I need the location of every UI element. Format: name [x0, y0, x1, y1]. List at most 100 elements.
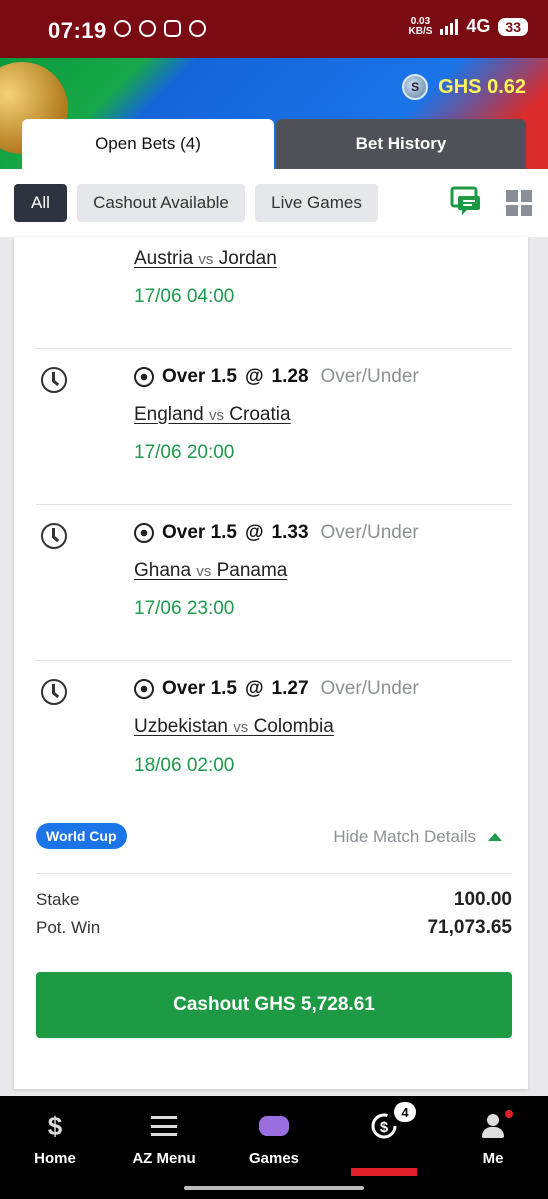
selection: Over 1.5 @1.27 Over/Under: [134, 678, 419, 700]
nav-home[interactable]: $ Home: [10, 1110, 100, 1168]
stake-label: Stake: [36, 890, 80, 909]
divider: [36, 660, 512, 661]
selection-odds: 1.27: [271, 678, 309, 699]
signal-icon: [440, 18, 459, 35]
network-type: 4G: [466, 16, 491, 36]
nav-label: Home: [34, 1150, 76, 1167]
home-indicator[interactable]: [184, 1186, 364, 1190]
nav-cashout[interactable]: $: [339, 1110, 429, 1150]
home-team: Ghana: [134, 560, 192, 581]
clock-icon: [41, 679, 67, 705]
nav-label: Me: [482, 1150, 504, 1167]
at-symbol: @: [245, 522, 264, 543]
away-team: Jordan: [218, 248, 277, 269]
gamepad-icon: [259, 1110, 289, 1142]
kickoff-time: 17/06 23:00: [134, 598, 235, 619]
filter-all[interactable]: All: [14, 184, 67, 222]
potential-win-row: Pot. Win 71,073.65: [36, 917, 512, 939]
caret-up-icon: [488, 833, 502, 841]
market-name: Over/Under: [320, 522, 419, 543]
selection-odds: 1.33: [271, 522, 309, 543]
sportybet-logo-icon: $: [47, 1110, 63, 1141]
balance-amount: GHS 0.62: [438, 75, 526, 98]
chat-icon[interactable]: [450, 186, 482, 216]
menu-icon: [151, 1110, 177, 1142]
status-bar: 07:19 0.03 KB/S 4G 33: [0, 0, 548, 58]
status-time: 07:19: [48, 18, 107, 43]
at-symbol: @: [245, 678, 264, 699]
football-icon: [134, 367, 154, 387]
clock-icon: [41, 523, 67, 549]
match-name[interactable]: Austria vs Jordan: [134, 248, 277, 270]
home-team: Austria: [134, 248, 194, 269]
selection: Over 1.5 @1.33 Over/Under: [134, 522, 419, 544]
bottom-nav: $ Home AZ Menu Games $ Me: [0, 1096, 548, 1199]
home-team: Uzbekistan: [134, 716, 228, 737]
clock-icon: [41, 367, 67, 393]
network-speed: 0.03 KB/S: [408, 15, 433, 37]
vs-label: vs: [196, 563, 212, 580]
vs-label: vs: [233, 719, 249, 736]
away-team: Croatia: [229, 404, 291, 425]
football-icon: [134, 523, 154, 543]
selection-odds: 1.28: [271, 366, 309, 387]
at-symbol: @: [245, 366, 264, 387]
away-team: Panama: [216, 560, 288, 581]
coin-icon: S: [402, 74, 429, 100]
match-name[interactable]: Uzbekistan vs Colombia: [134, 716, 334, 738]
status-right: 0.03 KB/S 4G 33: [408, 15, 528, 37]
network-speed-unit: KB/S: [408, 25, 433, 37]
vs-label: vs: [198, 251, 214, 268]
svg-text:$: $: [380, 1119, 389, 1136]
selection-name: Over 1.5: [162, 678, 237, 699]
notification-dot: [505, 1110, 513, 1118]
person-icon: [482, 1110, 504, 1142]
battery-icon: 33: [498, 17, 528, 36]
active-tab-indicator: [351, 1168, 417, 1176]
home-team: England: [134, 404, 204, 425]
divider: [36, 348, 512, 349]
open-bets-count-badge: 4: [394, 1102, 416, 1122]
stake-value: 100.00: [453, 889, 512, 910]
snapchat-icon: [139, 20, 156, 37]
filter-live-games[interactable]: Live Games: [255, 184, 378, 222]
divider: [36, 873, 512, 874]
bet-card: Austria vs Jordan 17/06 04:00 Over 1.5 @…: [14, 237, 528, 1089]
bet-tabs: Open Bets (4) Bet History: [22, 119, 526, 171]
divider: [36, 504, 512, 505]
location-icon: [189, 20, 206, 37]
grid-view-icon[interactable]: [506, 190, 532, 216]
selection-name: Over 1.5: [162, 366, 237, 387]
hide-match-details-button[interactable]: Hide Match Details: [333, 827, 502, 847]
match-name[interactable]: Ghana vs Panama: [134, 560, 287, 582]
league-badge: World Cup: [36, 823, 127, 849]
selection-name: Over 1.5: [162, 522, 237, 543]
hide-details-label: Hide Match Details: [333, 827, 476, 846]
football-icon: [134, 679, 154, 699]
kickoff-time: 17/06 20:00: [134, 442, 235, 463]
notification-icons: [114, 20, 206, 37]
instagram-icon: [164, 20, 181, 37]
nav-label: AZ Menu: [132, 1150, 196, 1167]
vs-label: vs: [209, 407, 225, 424]
network-speed-value: 0.03: [410, 15, 431, 27]
nav-me[interactable]: Me: [448, 1110, 538, 1167]
nav-label: Games: [248, 1150, 300, 1167]
tab-open-bets[interactable]: Open Bets (4): [22, 119, 274, 169]
selection: Over 1.5 @1.28 Over/Under: [134, 366, 419, 388]
nav-az-menu[interactable]: AZ Menu: [119, 1110, 209, 1167]
stake-row: Stake 100.00: [36, 889, 512, 911]
cashout-button[interactable]: Cashout GHS 5,728.61: [36, 972, 512, 1038]
chat-bubble-icon: [114, 20, 131, 37]
potential-win-label: Pot. Win: [36, 918, 101, 937]
kickoff-time: 18/06 02:00: [134, 755, 235, 776]
match-name[interactable]: England vs Croatia: [134, 404, 291, 426]
market-name: Over/Under: [320, 366, 419, 387]
market-name: Over/Under: [320, 678, 419, 699]
nav-games[interactable]: Games: [229, 1110, 319, 1167]
balance[interactable]: S GHS 0.62: [402, 74, 526, 100]
away-team: Colombia: [253, 716, 334, 737]
filter-cashout-available[interactable]: Cashout Available: [77, 184, 245, 222]
kickoff-time: 17/06 04:00: [134, 286, 235, 307]
tab-bet-history[interactable]: Bet History: [276, 119, 526, 169]
